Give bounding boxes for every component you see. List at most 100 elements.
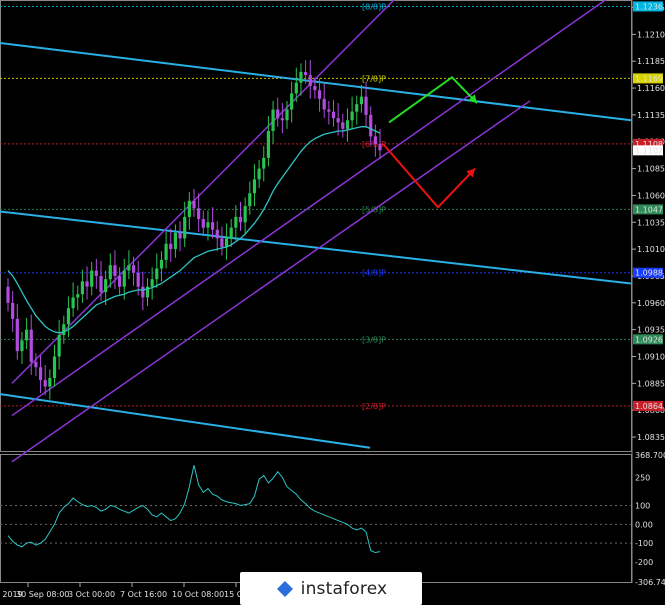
trendline-upper [0, 41, 632, 122]
candle-body [238, 216, 243, 223]
candle-body [11, 302, 15, 319]
time-axis: 27 Sep 201930 Sep 08:003 Oct 00:007 Oct … [0, 583, 276, 599]
candle-body [25, 329, 29, 341]
cci-tick-label: -100 [635, 539, 653, 548]
candle-body [192, 200, 196, 209]
candle-body [229, 227, 233, 239]
candle-body [341, 122, 345, 129]
candle-body [113, 265, 117, 276]
cci-panel-border [0, 454, 632, 583]
cci-indicator [0, 464, 631, 554]
price-tick-label: 1.0960 [637, 299, 665, 308]
brand-logo-icon [275, 579, 295, 599]
time-tick-label: 30 Sep 08:00 [16, 590, 69, 599]
candle-body [276, 109, 280, 119]
candle-body [99, 275, 103, 293]
candle-body [118, 275, 122, 287]
candle-body [331, 111, 336, 119]
price-badge-label: 1.1169 [635, 74, 663, 83]
murray-levels: [8/8]P[7/8]P[6/8]P[5/8]P[4/8]P[3/8]P[2/8… [0, 2, 631, 411]
price-tick-label: 1.1135 [637, 111, 665, 120]
candle-body [308, 75, 312, 86]
price-tick-label: 1.0885 [637, 379, 665, 388]
candle-body [80, 281, 84, 295]
cci-tick-label: -306.741 [635, 578, 665, 587]
trendline-middle [0, 210, 632, 285]
candle-body [290, 93, 294, 110]
candle-body [164, 243, 168, 260]
price-tick-label: 1.0835 [637, 433, 665, 442]
price-axis: 1.12351.12101.11851.11601.11351.11101.10… [632, 4, 665, 442]
price-tick-label: 1.0935 [637, 326, 665, 335]
candle-body [215, 229, 219, 239]
candle-body [252, 179, 257, 194]
candle-body [173, 233, 177, 250]
candle-body [141, 286, 145, 298]
price-tick-label: 1.1085 [637, 165, 665, 174]
candle-body [127, 265, 131, 271]
candle-body [364, 96, 368, 115]
candle-body [34, 361, 38, 368]
candle-body [159, 259, 164, 269]
candle-body [108, 265, 112, 280]
candle-body [211, 222, 215, 230]
price-tick-label: 1.1160 [637, 84, 665, 93]
price-badge-label: 1.0864 [635, 402, 663, 411]
candle-body [373, 136, 377, 144]
price-tick-label: 1.1185 [637, 57, 665, 66]
price-badge-label: 1.1236 [635, 2, 663, 11]
candle-body [29, 329, 33, 362]
candle-body [294, 82, 298, 94]
murray-level-label: [2/8]P [362, 402, 386, 411]
candle-body [378, 143, 382, 151]
down-forecast-arrow [382, 143, 476, 209]
candle-body [90, 270, 94, 287]
candle-body [355, 104, 359, 112]
candle-body [38, 367, 43, 381]
instaforex-watermark: instaforex [240, 572, 422, 605]
candle-body [201, 219, 205, 228]
candle-body [131, 265, 136, 273]
candle-body [285, 109, 289, 121]
candle-body [224, 238, 229, 247]
candle-body [345, 120, 350, 129]
candle-body [20, 340, 24, 352]
murray-level-label: [4/8]P [362, 269, 386, 278]
candle-body [266, 131, 270, 158]
cci-tick-label: 368.7006 [635, 451, 665, 460]
price-tick-label: 1.1010 [637, 245, 665, 254]
cci-line [7, 464, 381, 554]
murray-level-label: [3/8]P [362, 335, 386, 344]
price-tick-label: 1.1060 [637, 191, 665, 200]
candle-body [350, 111, 354, 121]
candle-body [52, 356, 57, 378]
time-tick-label: 3 Oct 00:00 [68, 590, 115, 599]
cci-tick-label: -200 [635, 558, 653, 567]
price-tick-label: 1.1035 [637, 218, 665, 227]
candle-body [369, 114, 373, 137]
moving-average-line [7, 126, 381, 334]
candle-body [62, 324, 66, 336]
cci-tick-label: 0.00 [635, 520, 653, 529]
main-panel-border [0, 0, 632, 452]
trendline-lower [0, 393, 371, 449]
price-badge-label: 1.1047 [635, 205, 663, 214]
candle-body [234, 216, 238, 228]
channel-lower [11, 100, 531, 463]
brand-name: instaforex [300, 578, 388, 599]
candle-body [336, 118, 340, 123]
candle-body [122, 270, 126, 287]
candle-body [15, 318, 19, 352]
channel-middle [11, 0, 607, 417]
moving-average [7, 126, 381, 334]
forecast-arrows [382, 75, 478, 209]
candle-body [280, 118, 284, 121]
candle-body [317, 90, 322, 99]
brand-logo-shape [276, 580, 293, 597]
candle-body [322, 98, 326, 110]
candle-body [169, 243, 173, 250]
candle-body [48, 377, 52, 387]
candle-body [94, 270, 98, 276]
candle-body [183, 216, 187, 239]
candle-body [6, 286, 10, 303]
